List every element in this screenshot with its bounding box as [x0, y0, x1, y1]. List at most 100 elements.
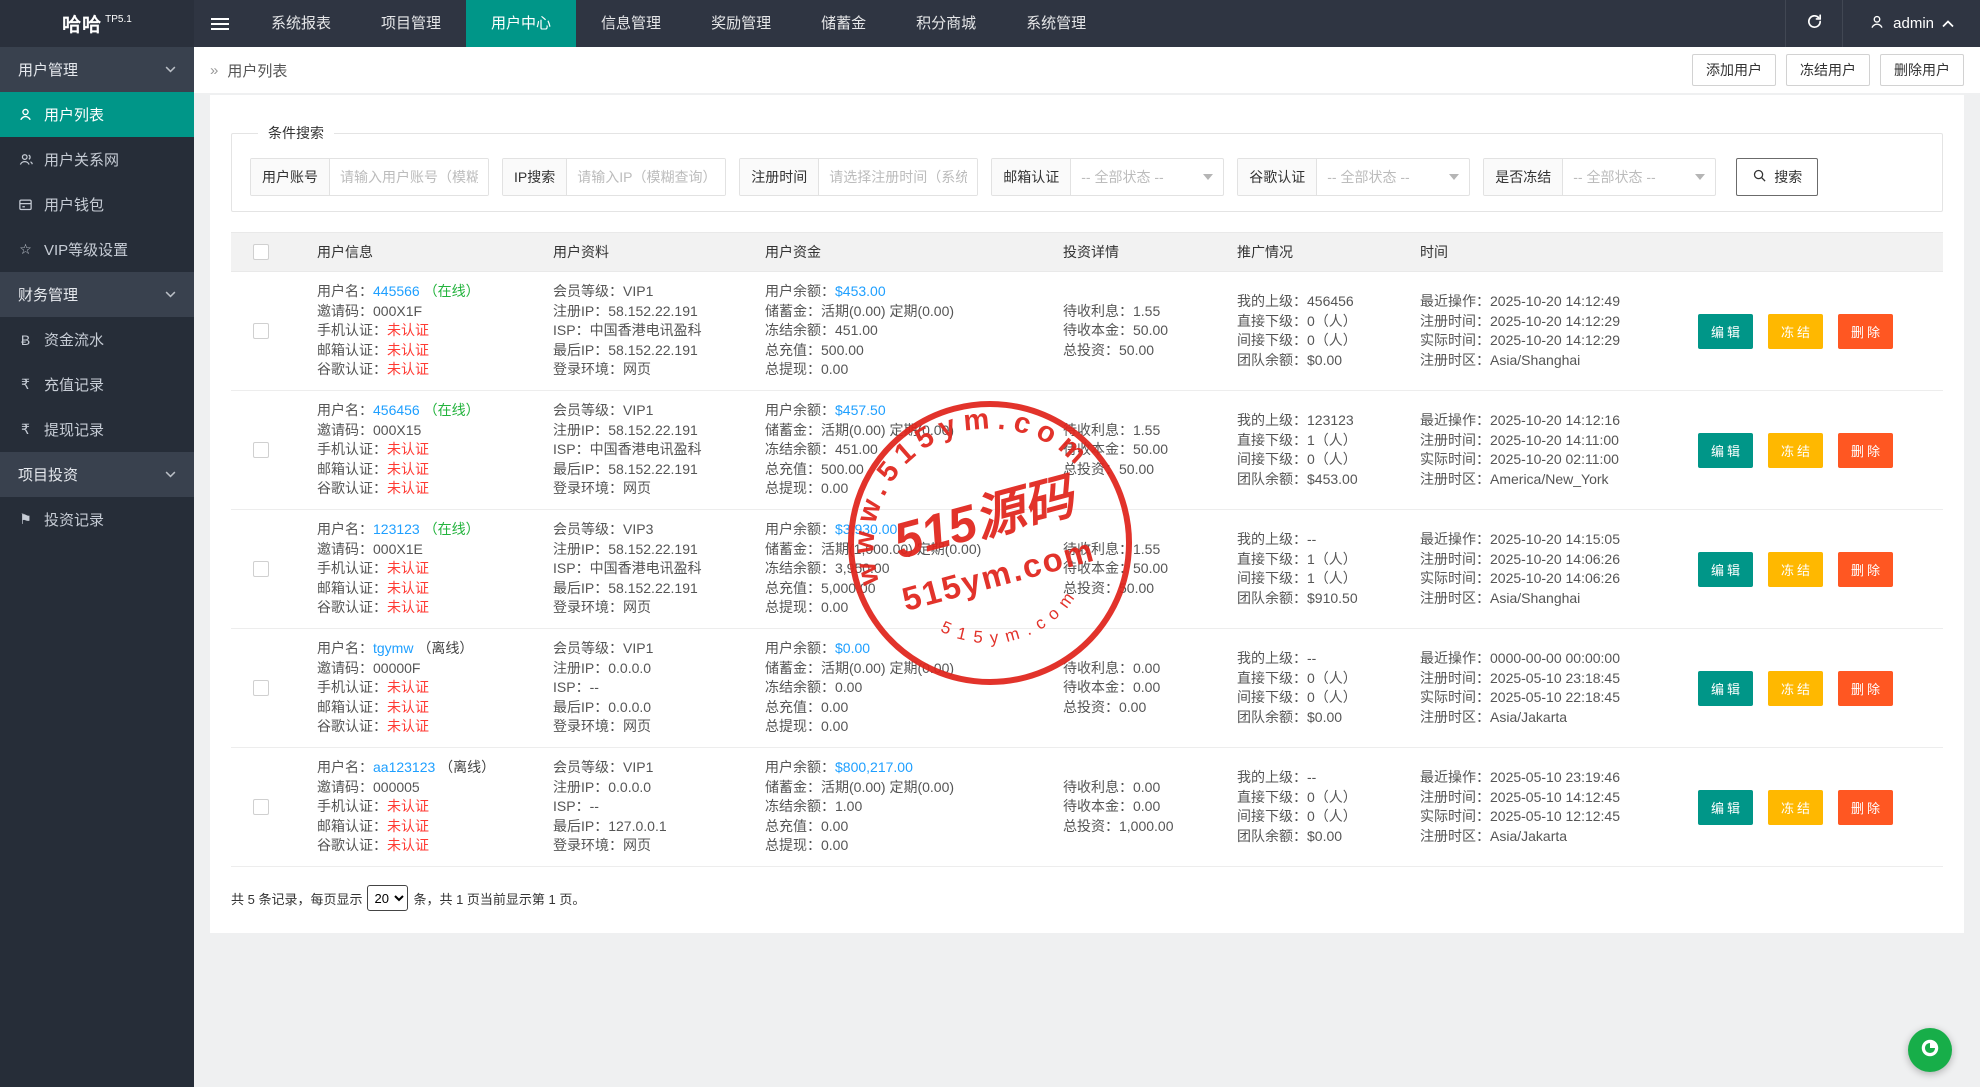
edit-button[interactable]: 编辑 [1698, 551, 1754, 587]
field-label: 总充值： [765, 698, 821, 715]
promotion-cell: 我的上级：-- 直接下级：1（人） 间接下级：1（人） 团队余额：$910.50 [1211, 530, 1394, 608]
field-value: 未认证 [387, 718, 429, 735]
page-size-select[interactable]: 20 [367, 885, 409, 911]
field-label: 储蓄金： [765, 659, 821, 676]
sidebar-item-用户关系网[interactable]: 用户关系网 [0, 137, 194, 182]
row-checkbox[interactable] [253, 323, 269, 339]
sidebar-item-用户钱包[interactable]: 用户钱包 [0, 182, 194, 227]
field-interest: 待收利息：1.55 [1063, 421, 1211, 441]
nav-item-8[interactable]: 系统管理 [1001, 0, 1111, 47]
edit-button[interactable]: 编辑 [1698, 670, 1754, 706]
sidebar-item-投资记录[interactable]: ⚑ 投资记录 [0, 497, 194, 542]
field-value: 456456 [1307, 293, 1354, 309]
freeze-button[interactable]: 冻结 [1768, 551, 1824, 587]
field-value: America/New_York [1490, 470, 1609, 487]
row-checkbox[interactable] [253, 680, 269, 696]
username-link[interactable]: 123123 [373, 521, 420, 537]
field-label: 待收本金： [1063, 441, 1133, 458]
register-time-input[interactable] [819, 159, 978, 195]
field-value: 0.0.0.0 [608, 659, 652, 676]
freeze-button[interactable]: 冻结 [1768, 432, 1824, 468]
field-value: 0.00 [821, 698, 849, 715]
user-funds-cell: 用户余额：$457.50 储蓄金：活期(0.00) 定期(0.00) 冻结余额：45… [739, 401, 1037, 499]
sidebar-item-充值记录[interactable]: ₹ 充值记录 [0, 362, 194, 407]
ip-search-input[interactable] [567, 159, 726, 195]
delete-button[interactable]: 删除 [1838, 551, 1894, 587]
field-label: 最近操作： [1420, 769, 1490, 785]
sidebar-group-项目投资[interactable]: 项目投资 [0, 452, 194, 497]
username-link[interactable]: tgymw [373, 640, 413, 656]
nav-item-6[interactable]: 储蓄金 [796, 0, 891, 47]
delete-user-button[interactable]: 删除用户 [1880, 54, 1964, 86]
field-reg_time: 注册时间：2025-10-20 14:11:00 [1420, 431, 1664, 451]
field-phone: 手机认证：未认证 [317, 321, 527, 341]
field-label: 登录环境： [553, 361, 623, 378]
freeze-button[interactable]: 冻结 [1768, 789, 1824, 825]
field-label: 总充值： [765, 341, 821, 358]
row-checkbox[interactable] [253, 561, 269, 577]
username-link[interactable]: 445566 [373, 283, 420, 299]
frozen-status-select[interactable]: -- 全部状态 -- [1563, 159, 1715, 195]
field-username: 用户名：456456 （在线） [317, 401, 527, 421]
field-label: 手机认证： [317, 679, 387, 696]
email-auth-select[interactable]: -- 全部状态 -- [1071, 159, 1223, 195]
google-auth-select[interactable]: -- 全部状态 -- [1317, 159, 1469, 195]
floating-action-button[interactable] [1908, 1028, 1952, 1072]
delete-button[interactable]: 删除 [1838, 313, 1894, 349]
delete-button[interactable]: 删除 [1838, 789, 1894, 825]
field-value: VIP1 [623, 402, 654, 419]
sidebar-item-label: 提现记录 [44, 422, 105, 439]
search-button[interactable]: 搜索 [1736, 158, 1819, 196]
field-value: 000X1E [373, 540, 423, 557]
freeze-button[interactable]: 冻结 [1768, 670, 1824, 706]
sidebar-item-用户列表[interactable]: 用户列表 [0, 92, 194, 137]
freeze-button[interactable]: 冻结 [1768, 313, 1824, 349]
freeze-user-button[interactable]: 冻结用户 [1786, 54, 1870, 86]
edit-button[interactable]: 编辑 [1698, 313, 1754, 349]
field-team: 团队余额：$910.50 [1237, 589, 1394, 609]
field-label: 会员等级： [553, 521, 623, 538]
nav-item-1[interactable]: 系统报表 [246, 0, 356, 47]
field-value: 0.00 [1133, 778, 1161, 795]
field-principal: 待收本金：50.00 [1063, 321, 1211, 341]
nav-item-5[interactable]: 奖励管理 [686, 0, 796, 47]
nav-item-7[interactable]: 积分商城 [891, 0, 1001, 47]
field-label: 注册IP： [553, 778, 609, 795]
refresh-button[interactable] [1785, 0, 1844, 47]
field-label: 间接下级： [1237, 689, 1307, 705]
username-link[interactable]: 456456 [373, 402, 420, 418]
delete-button[interactable]: 删除 [1838, 670, 1894, 706]
row-checkbox[interactable] [253, 799, 269, 815]
field-recharge: 总充值：500.00 [765, 341, 1037, 361]
field-vip: 会员等级：VIP3 [553, 520, 739, 540]
sidebar-item-提现记录[interactable]: ₹ 提现记录 [0, 407, 194, 452]
delete-button[interactable]: 删除 [1838, 432, 1894, 468]
nav-item-2[interactable]: 项目管理 [356, 0, 466, 47]
nav-item-3[interactable]: 用户中心 [466, 0, 577, 47]
hamburger-menu-icon[interactable] [194, 0, 246, 47]
username-link[interactable]: aa123123 [373, 759, 435, 775]
user-icon [17, 107, 34, 122]
sidebar-group-财务管理[interactable]: 财务管理 [0, 272, 194, 317]
field-google: 谷歌认证：未认证 [317, 836, 527, 856]
field-value: 1,000.00 [1119, 817, 1174, 834]
field-label: 最后IP： [553, 698, 609, 715]
sidebar-item-VIP等级设置[interactable]: ☆ VIP等级设置 [0, 227, 194, 272]
sidebar-item-资金流水[interactable]: Ƀ 资金流水 [0, 317, 194, 362]
row-checkbox[interactable] [253, 442, 269, 458]
add-user-button[interactable]: 添加用户 [1692, 54, 1776, 86]
sidebar-group-用户管理[interactable]: 用户管理 [0, 47, 194, 92]
field-google: 谷歌认证：未认证 [317, 598, 527, 618]
user-menu[interactable]: admin [1843, 0, 1980, 47]
field-value: 1（人） [1307, 550, 1357, 567]
app-logo: 哈哈 TP5.1 [0, 0, 194, 47]
account-search-input[interactable] [330, 159, 488, 195]
sidebar-item-label: 充值记录 [44, 377, 105, 394]
field-invest: 总投资：50.00 [1063, 460, 1211, 480]
field-label: 谷歌认证： [317, 361, 387, 378]
nav-item-4[interactable]: 信息管理 [576, 0, 686, 47]
row-actions-cell: 编辑 冻结 删除 [1664, 670, 1943, 706]
edit-button[interactable]: 编辑 [1698, 789, 1754, 825]
select-all-checkbox[interactable] [253, 244, 269, 260]
edit-button[interactable]: 编辑 [1698, 432, 1754, 468]
